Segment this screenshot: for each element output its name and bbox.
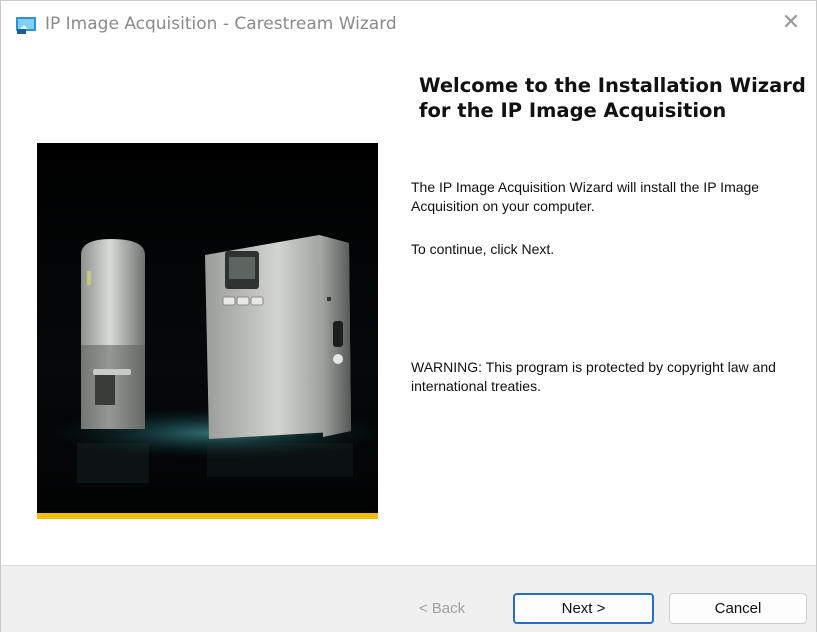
product-banner-image: [37, 143, 378, 519]
installer-app-icon: [16, 17, 36, 34]
intro-text: The IP Image Acquisition Wizard will ins…: [411, 179, 760, 214]
close-icon: ✕: [781, 10, 801, 35]
close-button[interactable]: ✕: [776, 9, 806, 37]
back-button[interactable]: < Back: [391, 593, 493, 624]
installer-window: IP Image Acquisition - Carestream Wizard…: [0, 0, 817, 632]
welcome-heading: Welcome to the Installation Wizard for t…: [419, 74, 806, 122]
continue-instruction: To continue, click Next.: [411, 241, 555, 257]
title-bar[interactable]: IP Image Acquisition - Carestream Wizard…: [1, 1, 816, 45]
next-button[interactable]: Next >: [513, 593, 654, 624]
copyright-warning: WARNING: This program is protected by co…: [411, 359, 776, 394]
button-bar: < Back Next > Cancel: [1, 565, 816, 632]
cancel-button[interactable]: Cancel: [669, 593, 807, 624]
window-title: IP Image Acquisition - Carestream Wizard: [45, 14, 397, 34]
